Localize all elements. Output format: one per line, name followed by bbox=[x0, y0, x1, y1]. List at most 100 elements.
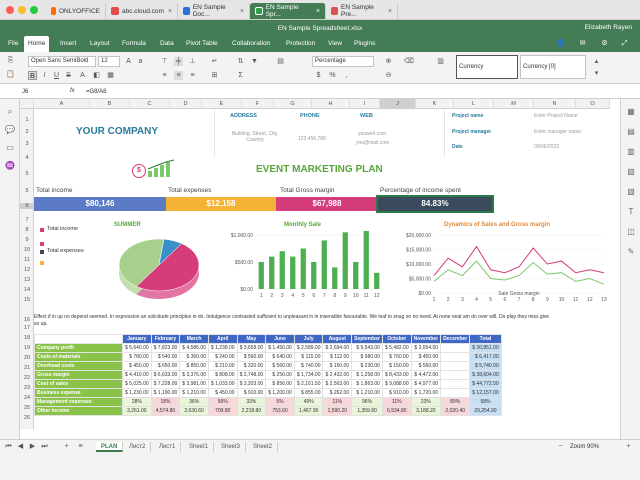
settings-icon[interactable]: ⚙ bbox=[600, 39, 609, 48]
menu-data[interactable]: Data bbox=[156, 36, 178, 52]
table-cell[interactable]: $ 1,258.00 bbox=[351, 370, 383, 380]
chat-icon[interactable]: ▭ bbox=[5, 143, 15, 153]
table-cell[interactable]: 1,467.90 bbox=[293, 406, 324, 416]
table-cell[interactable]: $ 256.00 bbox=[265, 370, 295, 380]
minimize-window-icon[interactable] bbox=[18, 6, 26, 14]
font-color-icon[interactable]: A bbox=[78, 71, 87, 80]
table-cell[interactable]: $ 12,157.00 bbox=[469, 388, 502, 398]
prev-sheet-icon[interactable]: ◀ bbox=[16, 442, 25, 451]
table-cell[interactable]: $ 150.00 bbox=[381, 361, 412, 371]
table-cell[interactable]: $ 230.00 bbox=[351, 361, 383, 371]
browser-tab-doc[interactable]: EN Sample Doc... × bbox=[178, 3, 250, 19]
table-cell[interactable]: $ 150.00 bbox=[322, 361, 353, 371]
row-label[interactable]: Gross margin bbox=[34, 370, 123, 380]
currency-icon[interactable]: $ bbox=[314, 71, 323, 80]
column-header[interactable]: C bbox=[130, 99, 170, 109]
menu-collaboration[interactable]: Collaboration bbox=[228, 36, 274, 52]
table-cell[interactable]: $ 3,981.00 bbox=[179, 379, 209, 389]
table-cell[interactable]: $ 320.00 bbox=[236, 361, 267, 371]
table-cell[interactable]: $ 210.00 bbox=[207, 361, 238, 371]
row-header[interactable]: 22 bbox=[20, 375, 34, 381]
table-cell[interactable]: $ 1,734.00 bbox=[293, 370, 324, 380]
zoom-in-icon[interactable]: + bbox=[624, 442, 633, 451]
clear-icon[interactable]: ⌫ bbox=[404, 57, 414, 66]
borders-icon[interactable]: ▦ bbox=[106, 71, 115, 80]
table-cell[interactable]: $ 30,851.00 bbox=[469, 343, 502, 353]
formula-input[interactable]: =G8/A8 bbox=[86, 89, 107, 95]
chevron-down-icon[interactable]: ▾ bbox=[592, 69, 601, 78]
sheet-tab[interactable]: Лист1 bbox=[154, 442, 182, 452]
sort-icon[interactable]: ⇅ bbox=[236, 57, 245, 66]
table-cell[interactable]: $ 6,633.00 bbox=[150, 370, 181, 380]
table-cell[interactable]: 56% bbox=[207, 397, 238, 407]
pivot-settings-icon[interactable]: ▥ bbox=[626, 147, 636, 157]
table-cell[interactable]: 89% bbox=[440, 397, 471, 407]
add-sheet-icon[interactable]: + bbox=[62, 442, 71, 451]
table-cell[interactable]: $ 980.00 bbox=[351, 352, 383, 362]
table-cell[interactable]: $ 8,433.00 bbox=[381, 370, 412, 380]
table-cell[interactable]: $ 7,228.00 bbox=[150, 379, 181, 389]
row-label[interactable]: Cost of sales bbox=[34, 379, 123, 389]
table-cell[interactable]: $ 910.00 bbox=[381, 388, 412, 398]
row-header[interactable]: 7 bbox=[20, 217, 34, 223]
month-header[interactable]: April bbox=[207, 334, 238, 344]
image-settings-icon[interactable]: ▧ bbox=[626, 187, 636, 197]
row-header[interactable]: 23 bbox=[20, 385, 34, 391]
align-middle-icon[interactable]: ╪ bbox=[174, 57, 183, 66]
strikethrough-icon[interactable]: S bbox=[64, 71, 73, 80]
row-header[interactable]: 14 bbox=[20, 287, 34, 293]
table-cell[interactable]: 23% bbox=[410, 397, 442, 407]
table-cell[interactable]: 11% bbox=[381, 397, 412, 407]
menu-protection[interactable]: Protection bbox=[282, 36, 319, 52]
close-tab-icon[interactable]: × bbox=[240, 8, 244, 15]
slicer-settings-icon[interactable]: ◫ bbox=[626, 227, 636, 237]
table-cell[interactable]: $ 540.00 bbox=[150, 352, 181, 362]
table-cell[interactable]: $ 780.00 bbox=[122, 352, 152, 362]
underline-icon[interactable]: U bbox=[52, 71, 61, 80]
table-cell[interactable]: $ 1,210.00 bbox=[179, 388, 209, 398]
sheet-tab[interactable]: Лист2 bbox=[124, 442, 152, 452]
row-header[interactable]: 17 bbox=[20, 325, 34, 331]
row-label[interactable]: Business expense bbox=[34, 388, 123, 398]
table-cell[interactable]: 709.80 bbox=[207, 406, 238, 416]
table-cell[interactable] bbox=[440, 361, 471, 371]
row-header[interactable]: 5 bbox=[20, 188, 34, 194]
row-header[interactable]: 25 bbox=[20, 405, 34, 411]
table-cell[interactable]: 3,188.20 bbox=[410, 406, 442, 416]
table-cell[interactable]: $ 360.00 bbox=[179, 352, 209, 362]
table-settings-icon[interactable]: ▤ bbox=[626, 127, 636, 137]
table-cell[interactable]: $ 450.00 bbox=[122, 361, 152, 371]
number-format-select[interactable]: Percentage bbox=[312, 56, 374, 67]
table-cell[interactable]: $ 1,200.00 bbox=[265, 388, 295, 398]
month-header[interactable]: Total bbox=[469, 334, 502, 344]
table-cell[interactable] bbox=[440, 352, 471, 362]
percent-icon[interactable]: % bbox=[328, 71, 337, 80]
cell-style-currency[interactable]: Currency bbox=[456, 55, 518, 79]
month-header[interactable]: October bbox=[381, 334, 412, 344]
table-cell[interactable]: 49% bbox=[293, 397, 324, 407]
sum-icon[interactable]: Σ bbox=[236, 71, 245, 80]
table-cell[interactable]: 4,574.80 bbox=[150, 406, 181, 416]
add-user-icon[interactable]: 👤 bbox=[556, 39, 565, 48]
table-cell[interactable]: $ 5,482.00 bbox=[381, 343, 412, 353]
table-cell[interactable]: 2,630.60 bbox=[179, 406, 209, 416]
function-icon[interactable]: fx bbox=[70, 88, 75, 94]
select-all-corner[interactable] bbox=[20, 99, 34, 109]
table-cell[interactable]: $ 5,640.00 bbox=[122, 343, 152, 353]
row-header[interactable]: 12 bbox=[20, 267, 34, 273]
column-header[interactable]: G bbox=[274, 99, 312, 109]
first-sheet-icon[interactable]: ⏮ bbox=[4, 442, 13, 451]
monthly-table[interactable]: January February March April May June July Augu… bbox=[34, 334, 502, 416]
plugins-icon[interactable]: ♒ bbox=[5, 161, 15, 171]
menu-home[interactable]: Home bbox=[24, 36, 50, 52]
row-label[interactable]: Other income bbox=[34, 406, 123, 416]
align-left-icon[interactable]: ≡ bbox=[160, 71, 169, 80]
menu-file[interactable]: File bbox=[4, 36, 22, 52]
row-header[interactable]: 13 bbox=[20, 277, 34, 283]
table-cell[interactable]: $ 855.00 bbox=[293, 388, 324, 398]
cell-style-currency-0[interactable]: Currency [0] bbox=[520, 55, 586, 79]
table-cell[interactable]: 18% bbox=[150, 397, 181, 407]
table-cell[interactable]: $ 4,977.00 bbox=[410, 379, 442, 389]
maximize-window-icon[interactable] bbox=[30, 6, 38, 14]
menu-pivot-table[interactable]: Pivot Table bbox=[182, 36, 222, 52]
